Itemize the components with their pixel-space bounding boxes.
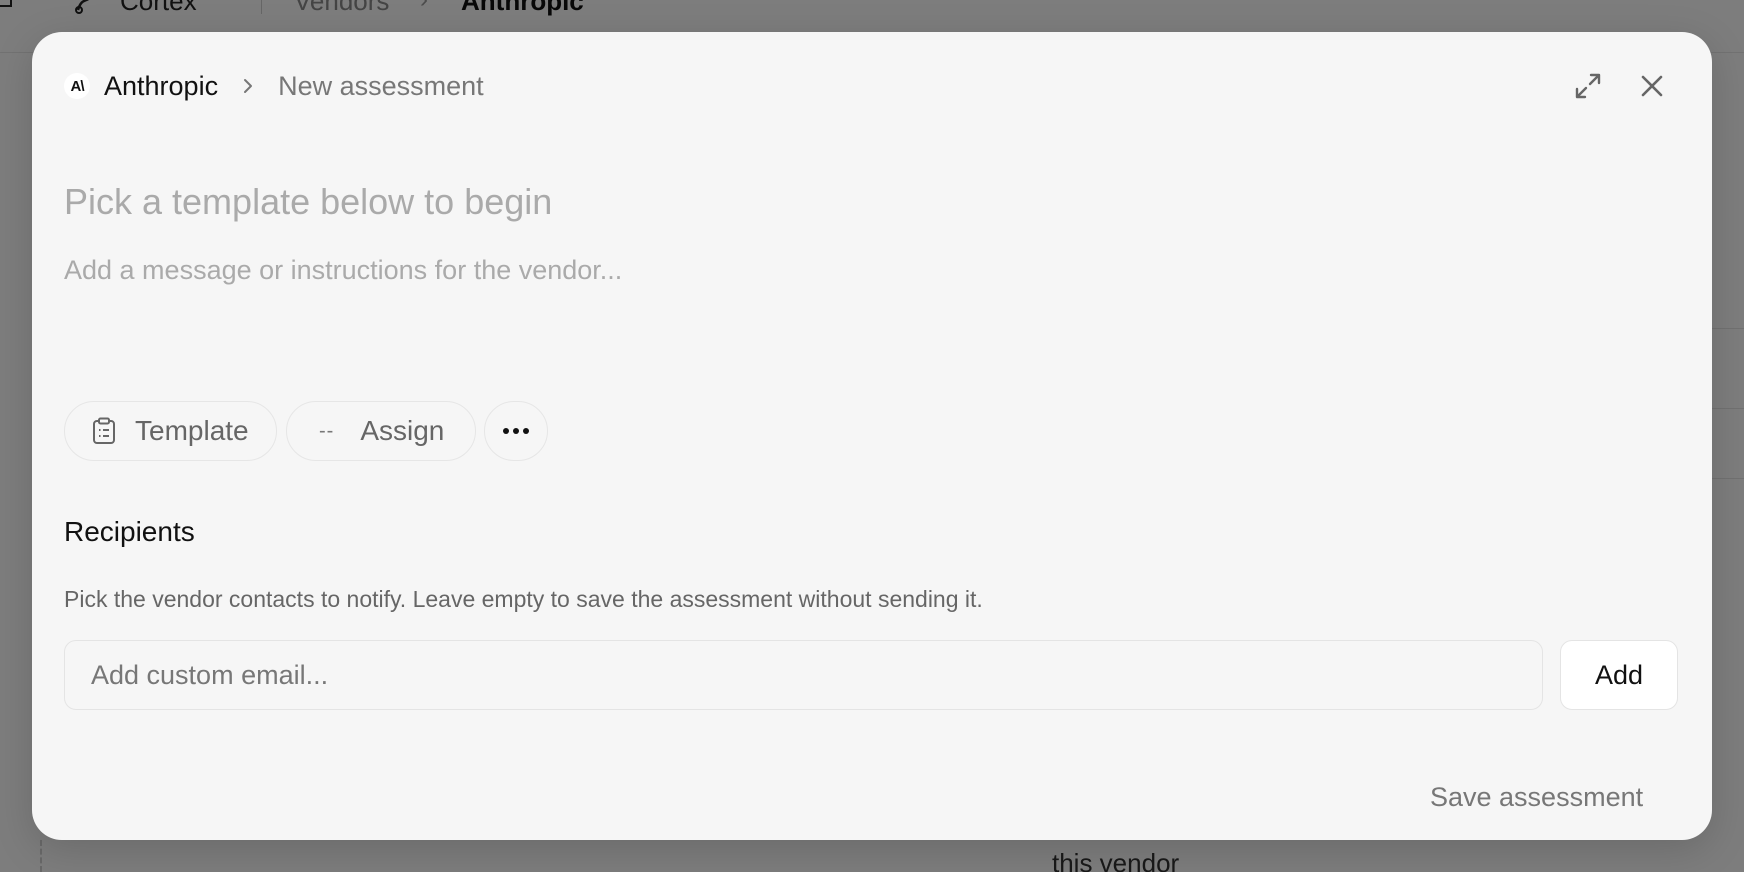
modal-title: New assessment [278, 70, 484, 101]
template-button[interactable]: Template [64, 401, 277, 461]
custom-email-input[interactable] [64, 640, 1543, 710]
clipboard-icon [93, 417, 115, 444]
new-assessment-modal: A\ Anthropic New assessment Pick a templ… [32, 32, 1712, 840]
expand-icon [1575, 73, 1601, 99]
expand-button[interactable] [1570, 68, 1606, 104]
more-horizontal-icon [503, 428, 529, 434]
save-assessment-button[interactable]: Save assessment [1430, 782, 1643, 822]
assessment-title-input[interactable]: Pick a template below to begin [64, 180, 1564, 223]
add-email-button[interactable]: Add [1560, 640, 1678, 710]
close-icon [1641, 75, 1663, 97]
close-button[interactable] [1634, 68, 1670, 104]
assign-placeholder-dash: -- [319, 419, 335, 442]
template-label: Template [135, 415, 249, 446]
assign-label: Assign [360, 415, 445, 446]
recipients-help-text: Pick the vendor contacts to notify. Leav… [64, 586, 983, 612]
modal-header: A\ Anthropic New assessment [64, 66, 1680, 106]
chevron-right-icon [244, 79, 253, 93]
vendor-logo: A\ [64, 73, 90, 99]
more-options-button[interactable] [484, 401, 548, 461]
vendor-name: Anthropic [104, 70, 219, 101]
recipients-heading: Recipients [64, 516, 195, 547]
vendor-message-input[interactable]: Add a message or instructions for the ve… [64, 254, 1564, 286]
assign-button[interactable]: -- Assign [286, 401, 476, 461]
